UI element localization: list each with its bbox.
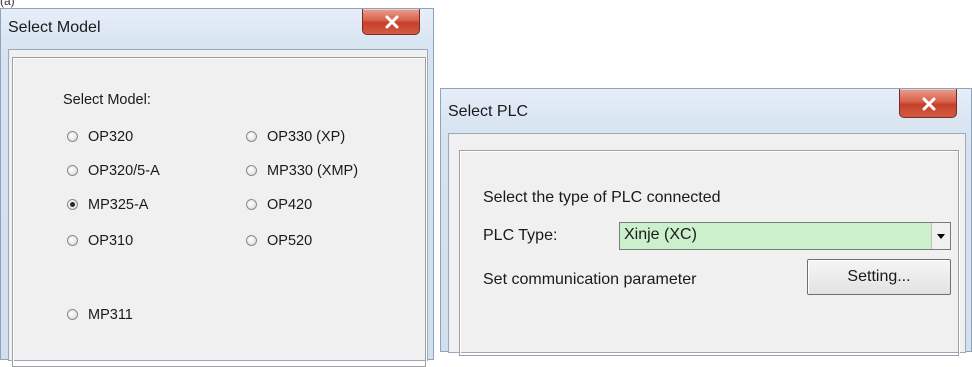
radio-button-checked-icon xyxy=(67,199,78,210)
radio-label: MP330 (XMP) xyxy=(267,163,359,179)
comm-parameter-label: Set communication parameter xyxy=(483,271,697,288)
radio-op310[interactable]: OP310 xyxy=(67,233,197,251)
select-model-group-label: Select Model: xyxy=(63,92,151,108)
radio-label: OP320/5-A xyxy=(88,163,160,179)
radio-label: MP311 xyxy=(88,307,133,323)
radio-label: OP420 xyxy=(267,197,313,213)
select-plc-dialog: Select PLC Select the type of PLC connec… xyxy=(440,88,972,356)
figure-caption: (a) xyxy=(0,0,15,8)
select-model-dialog: Select Model Select Model: OP320 OP330 (… xyxy=(0,8,434,367)
plc-type-select[interactable]: Xinje (XC) xyxy=(619,222,951,250)
radio-button-icon xyxy=(246,199,257,210)
select-plc-close-button[interactable] xyxy=(899,89,957,118)
radio-button-icon xyxy=(246,235,257,246)
plc-type-label: PLC Type: xyxy=(483,227,558,244)
select-model-titlebar[interactable]: Select Model xyxy=(1,9,433,49)
radio-button-icon xyxy=(67,309,78,320)
select-plc-title: Select PLC xyxy=(448,103,529,120)
select-model-close-button[interactable] xyxy=(362,9,420,35)
radio-op320[interactable]: OP320 xyxy=(67,129,197,147)
select-model-title: Select Model xyxy=(8,19,101,36)
radio-button-icon xyxy=(67,235,78,246)
plc-type-value: Xinje (XC) xyxy=(624,226,697,243)
plc-prompt-label: Select the type of PLC connected xyxy=(483,189,721,206)
radio-op330-xp[interactable]: OP330 (XP) xyxy=(246,129,396,147)
radio-label: OP330 (XP) xyxy=(267,129,346,145)
select-plc-client-area: Select the type of PLC connected PLC Typ… xyxy=(448,133,966,356)
radio-op520[interactable]: OP520 xyxy=(246,233,396,251)
radio-label: MP325-A xyxy=(88,197,149,213)
select-plc-titlebar[interactable]: Select PLC xyxy=(441,89,971,133)
close-icon xyxy=(922,97,936,111)
radio-mp330-xmp[interactable]: MP330 (XMP) xyxy=(246,163,396,181)
chevron-down-icon[interactable] xyxy=(931,223,950,249)
setting-button[interactable]: Setting... xyxy=(807,259,951,295)
select-plc-group-box xyxy=(459,150,959,356)
radio-label: OP310 xyxy=(88,233,134,249)
radio-label: OP520 xyxy=(267,233,313,249)
close-icon xyxy=(385,15,399,29)
select-model-client-area: Select Model: OP320 OP330 (XP) OP320/5-A… xyxy=(8,49,428,367)
radio-button-icon xyxy=(67,131,78,142)
radio-mp325a[interactable]: MP325-A xyxy=(67,197,197,215)
radio-label: OP320 xyxy=(88,129,134,145)
radio-mp311[interactable]: MP311 xyxy=(67,307,197,325)
radio-button-icon xyxy=(67,165,78,176)
radio-op320-5a[interactable]: OP320/5-A xyxy=(67,163,197,181)
radio-button-icon xyxy=(246,131,257,142)
radio-button-icon xyxy=(246,165,257,176)
radio-op420[interactable]: OP420 xyxy=(246,197,396,215)
